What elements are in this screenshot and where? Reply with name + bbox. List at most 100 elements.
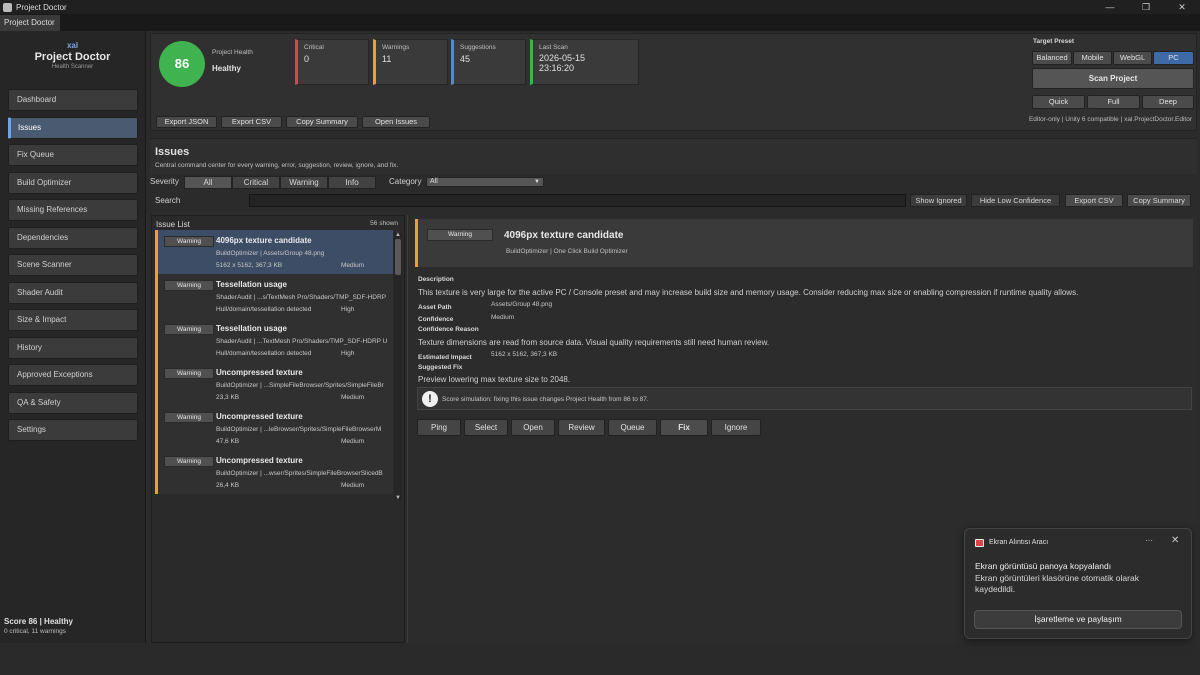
hide-low-confidence-button[interactable]: Hide Low Confidence xyxy=(971,194,1060,207)
sidebar-item-approved-exceptions[interactable]: Approved Exceptions xyxy=(8,364,138,386)
category-dropdown[interactable]: All ▼ xyxy=(426,177,544,187)
sidebar-item-scene-scanner[interactable]: Scene Scanner xyxy=(8,254,138,276)
sidebar-item-size-impact[interactable]: Size & Impact xyxy=(8,309,138,331)
toast-app-name: Ekran Alıntısı Aracı xyxy=(989,539,1049,546)
brand-subtitle: Health Scanner xyxy=(51,64,94,70)
issue-source: BuildOptimizer | ...SimpleFileBrowser/Sp… xyxy=(216,382,384,389)
scan-project-button[interactable]: Scan Project xyxy=(1032,68,1194,89)
list-item[interactable]: Warning Uncompressed texture BuildOptimi… xyxy=(155,450,393,494)
ignore-button[interactable]: Ignore xyxy=(711,419,761,436)
copy-summary-button[interactable]: Copy Summary xyxy=(286,116,358,128)
sidebar-item-build-optimizer[interactable]: Build Optimizer xyxy=(8,171,138,194)
sidebar-item-fix-queue[interactable]: Fix Queue xyxy=(8,144,138,166)
last-scan-date: 2026-05-15 xyxy=(539,53,586,63)
mode-full-button[interactable]: Full xyxy=(1087,95,1140,109)
app-icon xyxy=(3,2,12,12)
sidebar-nav: Dashboard Issues Fix Queue Build Optimiz… xyxy=(8,89,138,447)
issue-title: Uncompressed texture xyxy=(216,456,303,465)
stat-warnings: Warnings 11 xyxy=(373,39,448,85)
suggested-fix-label: Suggested Fix xyxy=(418,364,463,371)
sidebar-item-issues[interactable]: Issues xyxy=(8,116,138,139)
export-json-button[interactable]: Export JSON xyxy=(156,116,217,128)
asset-path-value: Assets/Group 48.png xyxy=(491,301,553,308)
sidebar-item-dashboard[interactable]: Dashboard xyxy=(8,89,138,111)
severity-info[interactable]: Info xyxy=(328,176,376,189)
page-title: Issues xyxy=(155,146,190,158)
fix-button[interactable]: Fix xyxy=(660,419,708,436)
issue-source: ShaderAudit | ...s/TextMesh Pro/Shaders/… xyxy=(216,294,387,301)
issues-copy-summary-button[interactable]: Copy Summary xyxy=(1127,194,1191,207)
issue-confidence: Medium xyxy=(341,394,365,401)
detail-severity-badge: Warning xyxy=(427,229,493,241)
project-health-label: Project Health xyxy=(212,49,253,56)
list-item[interactable]: Warning Uncompressed texture BuildOptimi… xyxy=(155,406,393,450)
sidebar-item-dependencies[interactable]: Dependencies xyxy=(8,226,138,249)
chevron-down-icon: ▼ xyxy=(534,179,540,185)
issue-confidence: Medium xyxy=(341,262,365,269)
issues-export-csv-button[interactable]: Export CSV xyxy=(1065,194,1123,207)
severity-critical[interactable]: Critical xyxy=(232,176,280,189)
maximize-icon[interactable]: ❐ xyxy=(1128,0,1164,14)
preset-mobile-button[interactable]: Mobile xyxy=(1073,51,1112,65)
open-issues-button[interactable]: Open Issues xyxy=(362,116,430,128)
editor-tabbar: Project Doctor xyxy=(0,14,1200,31)
sidebar-item-history[interactable]: History xyxy=(8,336,138,359)
more-options-icon[interactable]: ··· xyxy=(1145,536,1153,545)
open-button[interactable]: Open xyxy=(511,419,555,436)
mode-deep-button[interactable]: Deep xyxy=(1142,95,1194,109)
preset-pc-button[interactable]: PC xyxy=(1153,51,1194,65)
list-item[interactable]: Warning Tessellation usage ShaderAudit |… xyxy=(155,274,393,318)
preset-webgl-button[interactable]: WebGL xyxy=(1113,51,1152,65)
show-ignored-button[interactable]: Show Ignored xyxy=(910,194,967,207)
sidebar-footer: Score 86 | Healthy 0 critical, 11 warnin… xyxy=(0,617,146,643)
list-item[interactable]: Warning 4096px texture candidate BuildOp… xyxy=(155,230,393,274)
select-button[interactable]: Select xyxy=(464,419,508,436)
toast-close-icon[interactable]: ✕ xyxy=(1171,535,1179,546)
mode-quick-button[interactable]: Quick xyxy=(1032,95,1085,109)
severity-filter-bar: Severity All Critical Warning Info Categ… xyxy=(148,175,1197,189)
severity-badge: Warning xyxy=(164,368,214,379)
search-bar: Search Show Ignored Hide Low Confidence … xyxy=(148,193,1197,208)
bottom-strip xyxy=(0,643,1200,675)
list-item[interactable]: Warning Tessellation usage ShaderAudit |… xyxy=(155,318,393,362)
estimated-impact-label: Estimated Impact xyxy=(418,354,472,361)
stat-suggestions-label: Suggestions xyxy=(460,44,496,51)
close-icon[interactable]: ✕ xyxy=(1164,0,1200,14)
estimated-impact-value: 5162 x 5162, 367,3 KB xyxy=(491,351,558,358)
toast-body: Ekran görüntüleri klasörüne otomatik ola… xyxy=(975,573,1139,594)
issue-title: 4096px texture candidate xyxy=(216,236,312,245)
sidebar-item-missing-references[interactable]: Missing References xyxy=(8,199,138,221)
issue-source: BuildOptimizer | ...leBrowser/Sprites/Si… xyxy=(216,426,382,433)
search-input[interactable] xyxy=(249,194,906,207)
target-preset-label: Target Preset xyxy=(1033,38,1075,45)
search-label: Search xyxy=(155,196,181,205)
scroll-up-icon[interactable]: ▲ xyxy=(394,232,402,238)
stat-last-scan: Last Scan 2026-05-15 23:16:20 xyxy=(530,39,639,85)
sidebar-item-shader-audit[interactable]: Shader Audit xyxy=(8,281,138,304)
minimize-icon[interactable]: — xyxy=(1092,0,1128,14)
detail-source: BuildOptimizer | One Click Build Optimiz… xyxy=(506,248,628,255)
review-button[interactable]: Review xyxy=(558,419,605,436)
queue-button[interactable]: Queue xyxy=(608,419,657,436)
preset-balanced-button[interactable]: Balanced xyxy=(1032,51,1072,65)
issue-source: BuildOptimizer | ...wser/Sprites/SimpleF… xyxy=(216,470,383,477)
sidebar-item-qa-safety[interactable]: QA & Safety xyxy=(8,391,138,414)
export-csv-button[interactable]: Export CSV xyxy=(221,116,282,128)
scrollbar-thumb[interactable] xyxy=(395,239,401,275)
list-item[interactable]: Warning Uncompressed texture BuildOptimi… xyxy=(155,362,393,406)
severity-all[interactable]: All xyxy=(184,176,232,189)
issue-list-panel: Issue List 56 shown Warning 4096px textu… xyxy=(151,215,405,643)
brand: xal Project Doctor Health Scanner xyxy=(0,31,145,70)
stat-critical-label: Critical xyxy=(304,44,324,51)
issue-meta: Hull/domain/tessellation detected xyxy=(216,306,312,313)
markup-share-button[interactable]: İşaretleme ve paylaşım xyxy=(974,610,1182,629)
issue-source: ShaderAudit | ...TextMesh Pro/Shaders/TM… xyxy=(216,338,388,345)
issue-list-scrollbar[interactable]: ▲ ▼ xyxy=(394,232,402,501)
sidebar-item-settings[interactable]: Settings xyxy=(8,419,138,441)
info-icon: ! xyxy=(422,391,438,407)
severity-warning[interactable]: Warning xyxy=(280,176,328,189)
ping-button[interactable]: Ping xyxy=(417,419,461,436)
stat-critical: Critical 0 xyxy=(295,39,369,85)
tab-project-doctor[interactable]: Project Doctor xyxy=(0,15,60,31)
scroll-down-icon[interactable]: ▼ xyxy=(394,495,402,501)
